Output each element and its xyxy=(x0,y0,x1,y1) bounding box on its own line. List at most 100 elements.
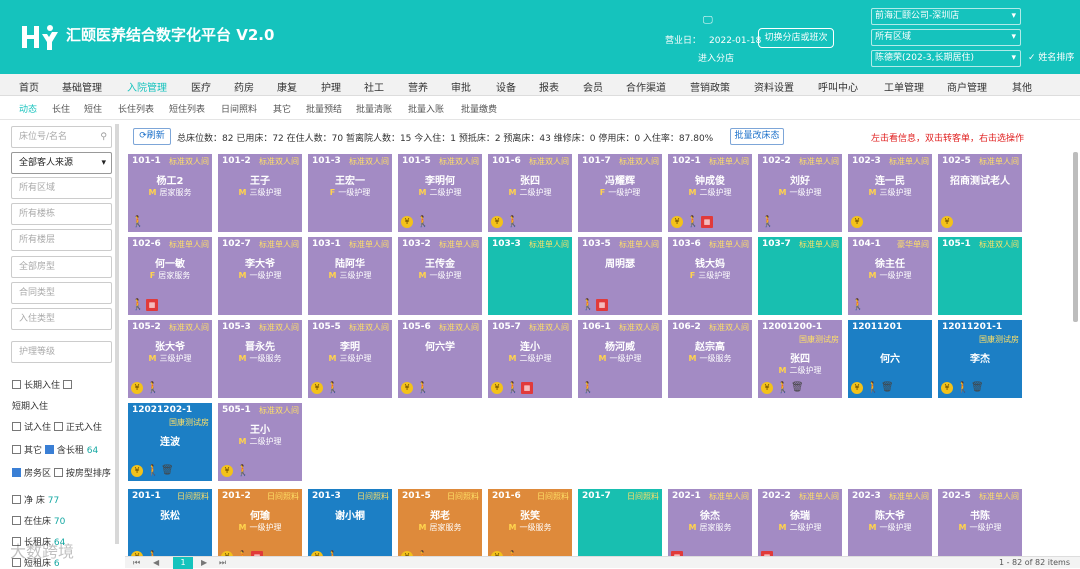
check-short-stay[interactable]: 短期入住 xyxy=(12,399,48,412)
bed-card[interactable]: 102-2 标准单人间 刘好 M 一级护理 🚶 xyxy=(758,154,842,232)
payment-icon[interactable]: ¥ xyxy=(671,216,683,228)
bed-card[interactable]: 105-5 标准双人间 李明 M 三级护理 ¥ 🚶 xyxy=(308,320,392,398)
subnav-item[interactable]: 长住 xyxy=(52,102,70,115)
bed-card[interactable]: 103-3 标准单人间 xyxy=(488,237,572,315)
bed-card[interactable]: 102-5 标准单人间 招商测试老人 ¥ xyxy=(938,154,1022,232)
nav-item[interactable]: 报表 xyxy=(539,79,559,94)
subnav-item[interactable]: 批量预结 xyxy=(306,102,342,115)
trash-icon[interactable]: 🗑 xyxy=(791,382,804,394)
nav-item[interactable]: 营销政策 xyxy=(690,79,730,94)
walking-icon[interactable]: 🚶 xyxy=(506,216,520,228)
subnav-item[interactable]: 其它 xyxy=(273,102,291,115)
bed-card[interactable]: 12011201 何六 ¥ 🚶 🗑 xyxy=(848,320,932,398)
walking-icon[interactable]: 🚶 xyxy=(851,299,865,311)
sidebar-scrollbar[interactable] xyxy=(115,124,119,544)
bed-card[interactable]: 202-2标准单人间徐瑞M二级护理▦ xyxy=(758,489,842,556)
name-sort-checkbox[interactable]: ✓ 姓名排序 xyxy=(1028,50,1074,63)
nav-item[interactable]: 社工 xyxy=(364,79,384,94)
first-page-icon[interactable]: ⏮ xyxy=(133,558,140,568)
walking-icon[interactable]: 🚶 xyxy=(776,382,790,394)
walking-icon[interactable]: 🚶 xyxy=(146,382,160,394)
switch-branch-button[interactable]: 切换分店或班次 xyxy=(758,28,834,48)
subnav-item[interactable]: 批量缴费 xyxy=(461,102,497,115)
bed-card[interactable]: 202-1标准单人间徐杰M居家服务▦ xyxy=(668,489,752,556)
payment-icon[interactable]: ¥ xyxy=(401,216,413,228)
walking-icon[interactable]: 🚶 xyxy=(416,216,430,228)
filter-input[interactable]: 所有楼层 xyxy=(11,229,112,251)
guest-source-select[interactable]: 全部客人来源 ▾ xyxy=(11,152,112,174)
bed-card[interactable]: 101-1 标准双人间 杨工2 M 居家服务 🚶 xyxy=(128,154,212,232)
payment-icon[interactable]: ¥ xyxy=(941,216,953,228)
bed-card[interactable]: 101-7 标准双人间 冯耀辉 F 一级护理 xyxy=(578,154,662,232)
walking-icon[interactable]: 🚶 xyxy=(146,465,160,477)
bed-card[interactable]: 106-1 标准双人间 杨河威 M 一级护理 🚶 xyxy=(578,320,662,398)
bed-card[interactable]: 201-2日间照料何瑜M一级护理¥🚶▦ xyxy=(218,489,302,556)
walking-icon[interactable]: 🚶 xyxy=(581,382,595,394)
bed-card[interactable]: 201-1日间照料张松¥🚶 xyxy=(128,489,212,556)
walking-icon[interactable]: 🚶 xyxy=(506,382,520,394)
bed-card[interactable]: 103-7 标准单人间 xyxy=(758,237,842,315)
subnav-item[interactable]: 日间照料 xyxy=(221,102,257,115)
payment-icon[interactable]: ¥ xyxy=(941,382,953,394)
refresh-button[interactable]: ⟳刷新 xyxy=(133,128,171,145)
payment-icon[interactable]: ¥ xyxy=(851,216,863,228)
bed-card[interactable]: 106-2 标准双人间 赵宗高 M 一级服务 xyxy=(668,320,752,398)
walking-icon[interactable]: 🚶 xyxy=(236,465,250,477)
current-page[interactable]: 1 xyxy=(173,557,193,569)
bed-card[interactable]: 201-6日间照料张笑M一级服务¥🚶 xyxy=(488,489,572,556)
bed-card[interactable]: 101-2 标准双人间 王子 M 三级护理 xyxy=(218,154,302,232)
bed-card[interactable]: 101-6 标准双人间 张四 M 二级护理 ¥ 🚶 xyxy=(488,154,572,232)
nav-item[interactable]: 呼叫中心 xyxy=(818,79,858,94)
record-icon[interactable]: ▦ xyxy=(596,299,608,311)
walking-icon[interactable]: 🚶 xyxy=(866,382,880,394)
bed-card[interactable]: 105-2 标准双人间 张大爷 M 三级护理 ¥ 🚶 xyxy=(128,320,212,398)
bed-card[interactable]: 102-7 标准单人间 李大爷 M 一级护理 xyxy=(218,237,302,315)
bed-card[interactable]: 103-6 标准单人间 钱大妈 F 三级护理 xyxy=(668,237,752,315)
check-room-area[interactable]: 房务区 按房型排序 xyxy=(12,466,111,479)
payment-icon[interactable]: ¥ xyxy=(761,382,773,394)
bed-card[interactable]: 201-7 日间照料 xyxy=(578,489,662,556)
filter-input[interactable]: 全部房型 xyxy=(11,256,112,278)
bed-card[interactable]: 102-1 标准单人间 钟成俊 M 二级护理 ¥ 🚶 ▦ xyxy=(668,154,752,232)
bed-card[interactable]: 201-5日间照料郑老M居家服务¥🚶 xyxy=(398,489,482,556)
nav-item[interactable]: 康复 xyxy=(277,79,297,94)
walking-icon[interactable]: 🚶 xyxy=(326,382,340,394)
nav-item[interactable]: 药房 xyxy=(234,79,254,94)
check-other[interactable]: 其它 含长租 64 xyxy=(12,443,98,456)
filter-input[interactable]: 护理等级 xyxy=(11,341,112,363)
nav-item[interactable]: 商户管理 xyxy=(947,79,987,94)
bed-card[interactable]: 12011201-1 国康测试房 李杰 ¥ 🚶 🗑 xyxy=(938,320,1022,398)
nav-item[interactable]: 基础管理 xyxy=(62,79,102,94)
subnav-item[interactable]: 批量入账 xyxy=(408,102,444,115)
payment-icon[interactable]: ¥ xyxy=(311,382,323,394)
trash-icon[interactable]: 🗑 xyxy=(161,465,174,477)
payment-icon[interactable]: ¥ xyxy=(851,382,863,394)
payment-icon[interactable]: ¥ xyxy=(491,216,503,228)
count-occupied-beds[interactable]: 在住床 70 xyxy=(12,514,65,527)
filter-input[interactable]: 合同类型 xyxy=(11,282,112,304)
nav-item[interactable]: 工单管理 xyxy=(884,79,924,94)
bed-card[interactable]: 105-6 标准双人间 何六学 ¥ 🚶 xyxy=(398,320,482,398)
nav-item[interactable]: 营养 xyxy=(408,79,428,94)
trash-icon[interactable]: 🗑 xyxy=(881,382,894,394)
area-select[interactable]: 所有区域 xyxy=(871,29,1021,46)
bed-card[interactable]: 102-3 标准单人间 连一民 M 三级护理 ¥ xyxy=(848,154,932,232)
nav-item[interactable]: 首页 xyxy=(19,79,39,94)
record-icon[interactable]: ▦ xyxy=(146,299,158,311)
nav-item[interactable]: 医疗 xyxy=(191,79,211,94)
walking-icon[interactable]: 🚶 xyxy=(761,216,775,228)
company-select[interactable]: 前海汇颐公司-深圳店 xyxy=(871,8,1021,25)
walking-icon[interactable]: 🚶 xyxy=(131,299,145,311)
nav-item[interactable]: 设备 xyxy=(496,79,516,94)
enter-branch-link[interactable]: 进入分店 xyxy=(698,51,734,64)
bed-card[interactable]: 505-1 标准双人间 王小 M 二级护理 ¥ 🚶 xyxy=(218,403,302,481)
record-icon[interactable]: ▦ xyxy=(521,382,533,394)
next-page-icon[interactable]: ▶ xyxy=(201,558,207,567)
subnav-item[interactable]: 动态 xyxy=(19,102,37,115)
monitor-icon[interactable]: 🖵 xyxy=(703,15,713,26)
batch-bed-status-button[interactable]: 批量改床态 xyxy=(730,128,784,145)
prev-page-icon[interactable]: ◀ xyxy=(153,558,159,567)
subnav-item[interactable]: 短住 xyxy=(84,102,102,115)
bed-card[interactable]: 12001200-1 国康测试房 张四 M 二级护理 ¥ 🚶 🗑 xyxy=(758,320,842,398)
bed-card[interactable]: 101-5 标准双人间 李明何 M 二级护理 ¥ 🚶 xyxy=(398,154,482,232)
